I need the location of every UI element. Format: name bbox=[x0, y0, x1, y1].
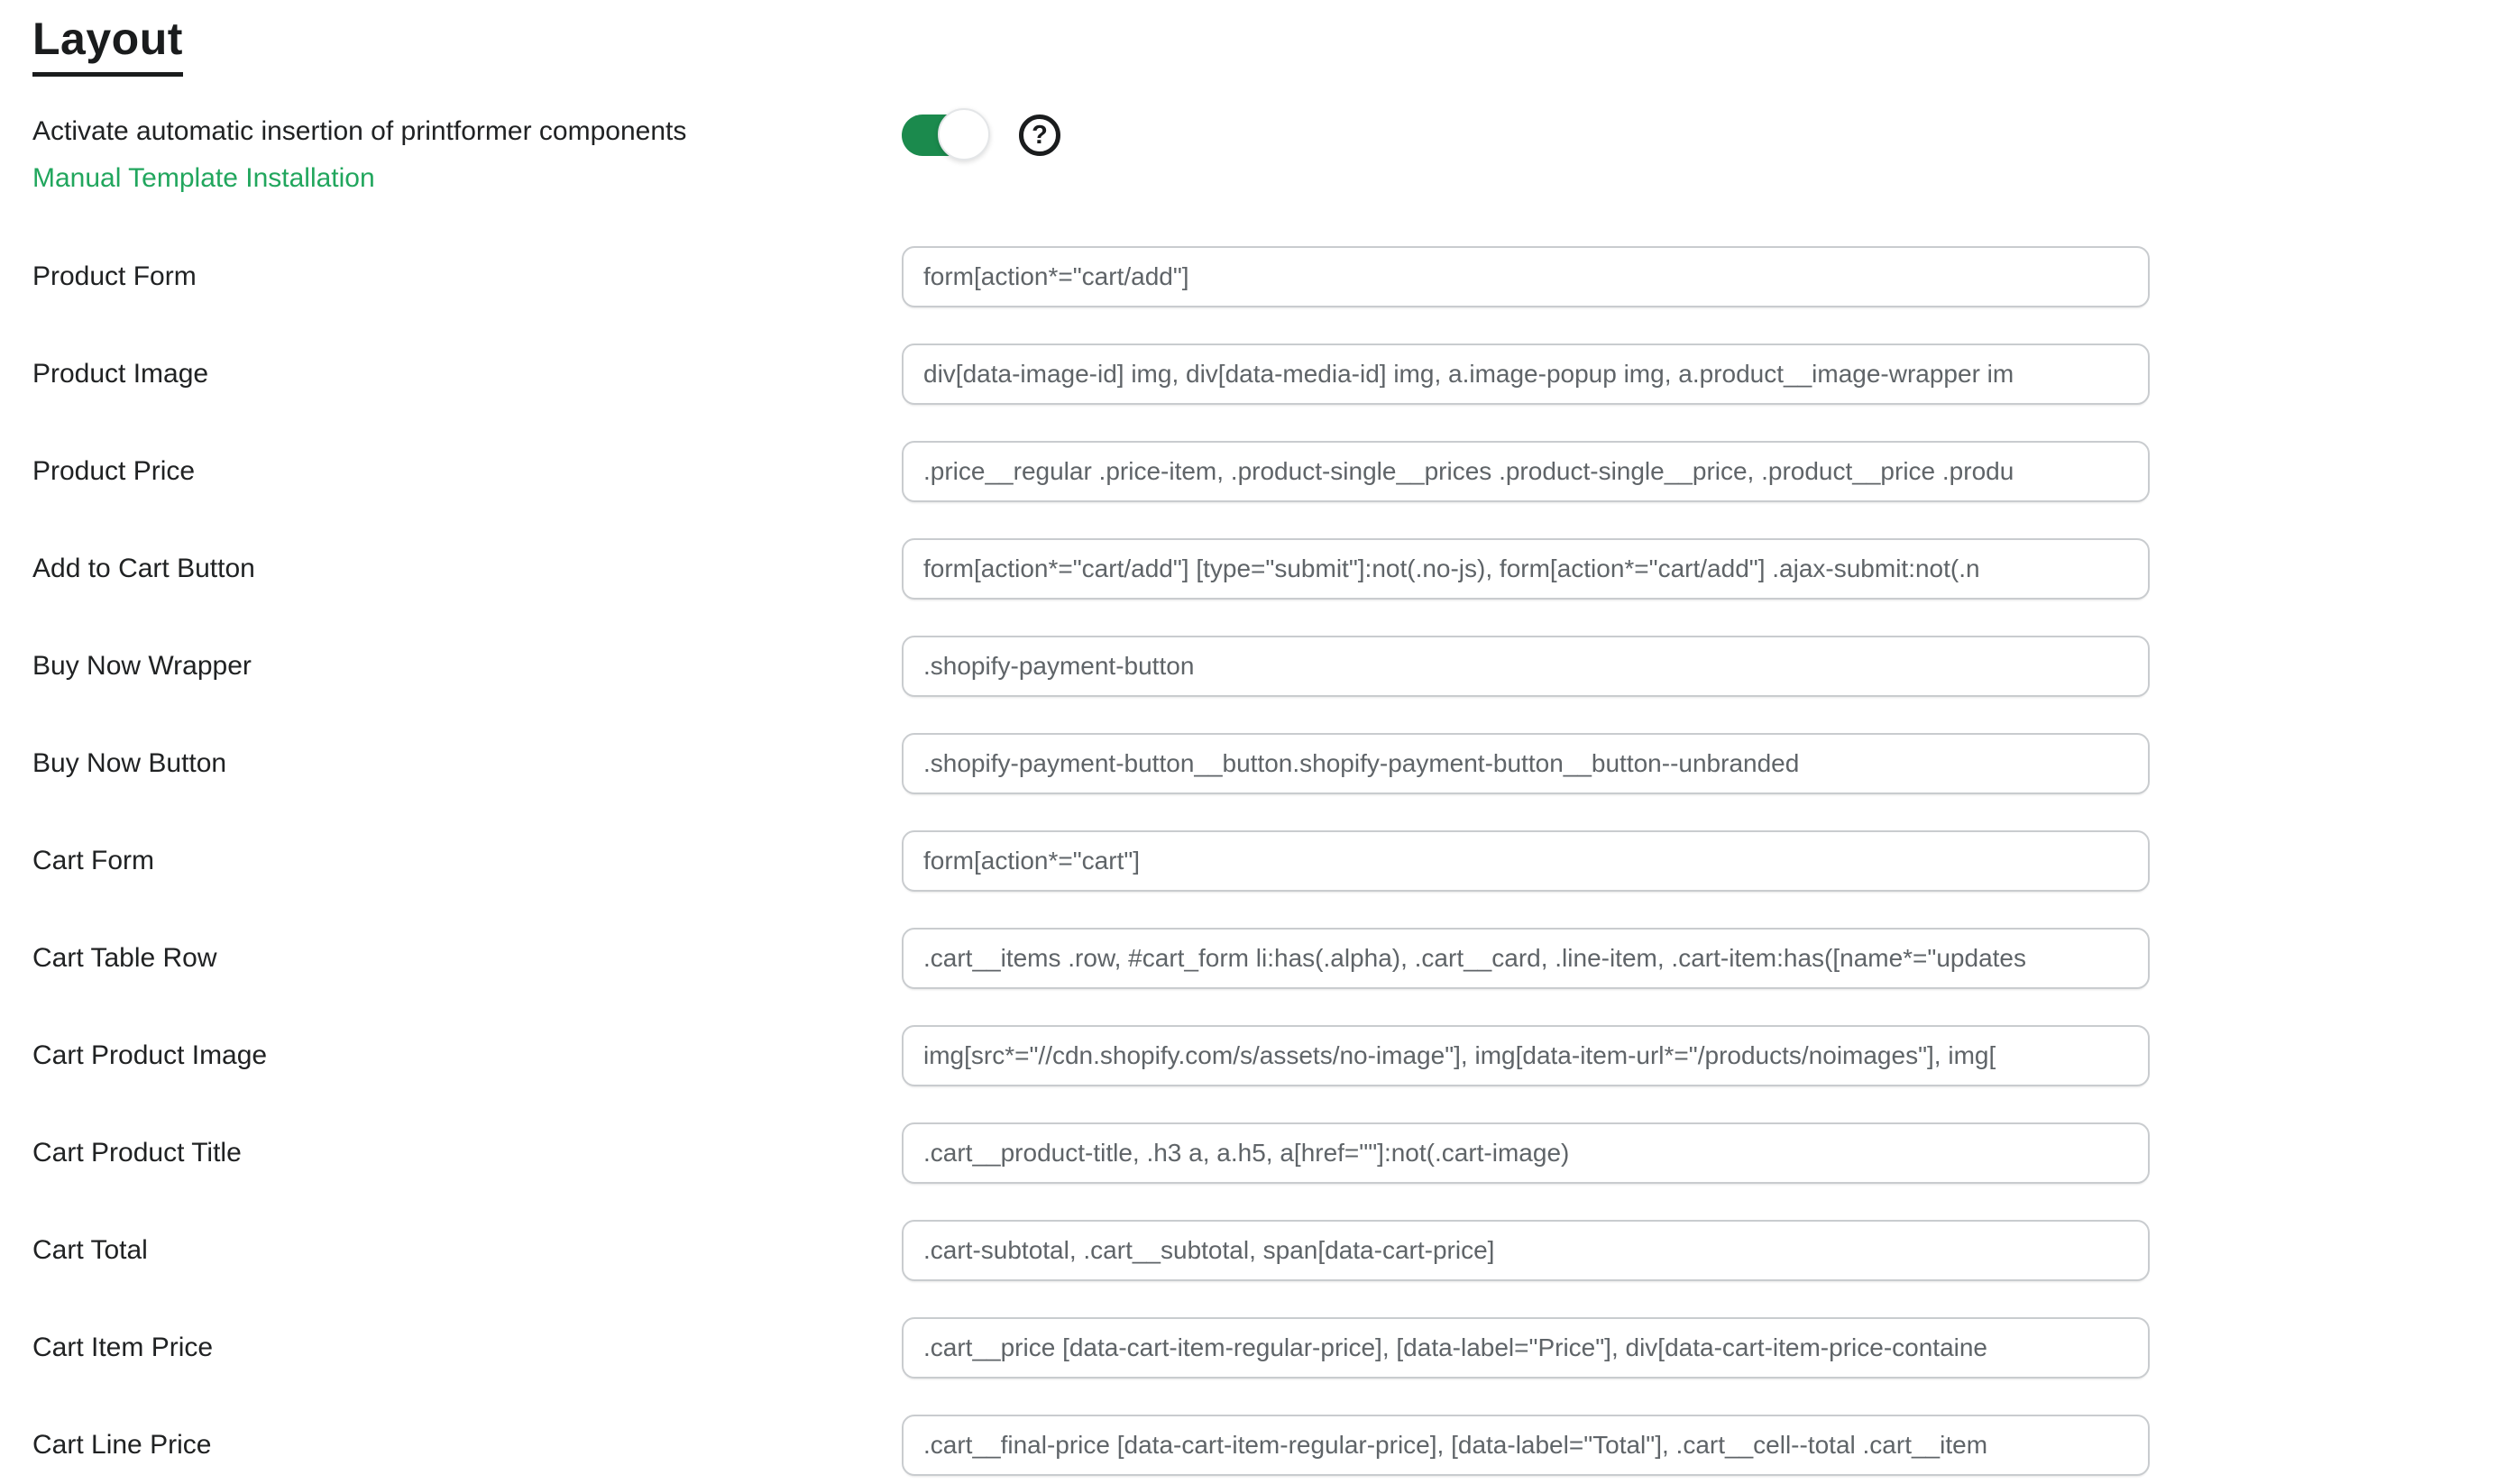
field-label-buy-now-button: Buy Now Button bbox=[32, 748, 902, 779]
question-mark-icon[interactable]: ? bbox=[1019, 115, 1060, 156]
manual-template-installation-link[interactable]: Manual Template Installation bbox=[32, 161, 375, 196]
field-row-product-form: Product Form bbox=[32, 246, 2505, 307]
field-label-buy-now-wrapper: Buy Now Wrapper bbox=[32, 651, 902, 682]
field-row-cart-line-price: Cart Line Price bbox=[32, 1415, 2505, 1476]
page-title: Layout bbox=[32, 14, 183, 77]
field-input-cart-line-price[interactable] bbox=[902, 1415, 2150, 1476]
field-input-add-to-cart-button[interactable] bbox=[902, 538, 2150, 600]
field-label-cart-form: Cart Form bbox=[32, 846, 902, 876]
field-input-cart-total[interactable] bbox=[902, 1220, 2150, 1281]
auto-insertion-toggle[interactable] bbox=[902, 115, 986, 156]
field-row-product-price: Product Price bbox=[32, 441, 2505, 502]
field-input-cart-product-image[interactable] bbox=[902, 1025, 2150, 1086]
activation-label: Activate automatic insertion of printfor… bbox=[32, 115, 902, 149]
field-input-product-image[interactable] bbox=[902, 344, 2150, 405]
field-label-cart-product-title: Cart Product Title bbox=[32, 1138, 902, 1168]
field-row-buy-now-button: Buy Now Button bbox=[32, 733, 2505, 794]
field-input-product-price[interactable] bbox=[902, 441, 2150, 502]
field-label-add-to-cart-button: Add to Cart Button bbox=[32, 554, 902, 584]
field-label-product-price: Product Price bbox=[32, 456, 902, 487]
field-row-cart-product-title: Cart Product Title bbox=[32, 1122, 2505, 1184]
field-input-cart-product-title[interactable] bbox=[902, 1122, 2150, 1184]
field-input-buy-now-wrapper[interactable] bbox=[902, 636, 2150, 697]
field-row-cart-table-row: Cart Table Row bbox=[32, 928, 2505, 989]
layout-settings-page: Layout Activate automatic insertion of p… bbox=[0, 0, 2505, 1484]
field-row-cart-total: Cart Total bbox=[32, 1220, 2505, 1281]
field-row-product-image: Product Image bbox=[32, 344, 2505, 405]
field-input-buy-now-button[interactable] bbox=[902, 733, 2150, 794]
activation-row: Activate automatic insertion of printfor… bbox=[32, 115, 2505, 196]
field-row-add-to-cart-button: Add to Cart Button bbox=[32, 538, 2505, 600]
field-input-cart-form[interactable] bbox=[902, 830, 2150, 892]
field-label-product-form: Product Form bbox=[32, 261, 902, 292]
field-label-cart-table-row: Cart Table Row bbox=[32, 943, 902, 974]
field-input-cart-item-price[interactable] bbox=[902, 1317, 2150, 1379]
field-input-product-form[interactable] bbox=[902, 246, 2150, 307]
field-label-product-image: Product Image bbox=[32, 359, 902, 389]
field-label-cart-item-price: Cart Item Price bbox=[32, 1333, 902, 1363]
field-label-cart-line-price: Cart Line Price bbox=[32, 1430, 902, 1461]
toggle-knob-icon bbox=[938, 108, 990, 160]
field-row-buy-now-wrapper: Buy Now Wrapper bbox=[32, 636, 2505, 697]
field-row-cart-form: Cart Form bbox=[32, 830, 2505, 892]
field-row-cart-product-image: Cart Product Image bbox=[32, 1025, 2505, 1086]
activation-left: Activate automatic insertion of printfor… bbox=[32, 115, 902, 196]
field-label-cart-total: Cart Total bbox=[32, 1235, 902, 1266]
field-row-cart-item-price: Cart Item Price bbox=[32, 1317, 2505, 1379]
activation-controls: ? bbox=[902, 115, 2505, 156]
field-label-cart-product-image: Cart Product Image bbox=[32, 1040, 902, 1071]
field-input-cart-table-row[interactable] bbox=[902, 928, 2150, 989]
